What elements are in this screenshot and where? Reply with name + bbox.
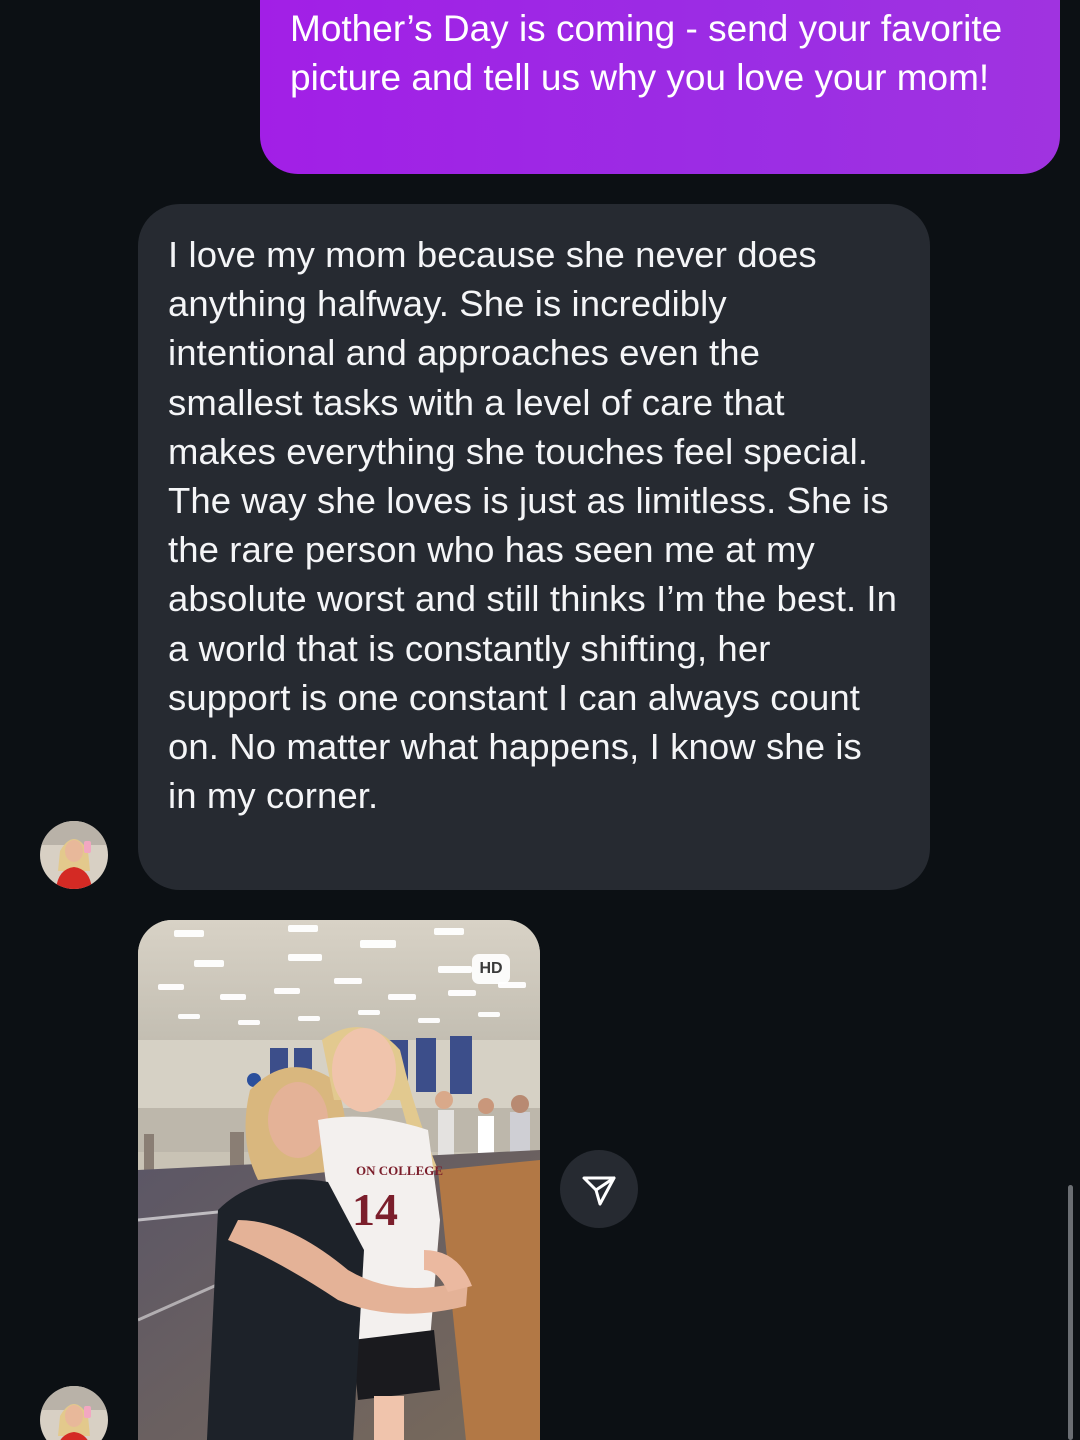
jersey-text: ON COLLEGE [356, 1163, 443, 1178]
share-photo-button[interactable] [560, 1150, 638, 1228]
scrollbar[interactable] [1068, 1185, 1073, 1440]
received-message-text: I love my mom because she never does any… [168, 234, 898, 817]
mother-daughter-photo: ON COLLEGE 14 [138, 920, 540, 1440]
sent-message-bubble[interactable]: Mother’s Day is coming - send your favor… [260, 0, 1060, 174]
paper-plane-icon [582, 1176, 616, 1206]
hd-badge: HD [472, 954, 510, 984]
avatar-image [40, 1386, 108, 1440]
sent-message-text: Mother’s Day is coming - send your favor… [290, 8, 1003, 98]
dm-thread-screen: Mother’s Day is coming - send your favor… [0, 0, 1080, 1440]
sender-avatar-2[interactable] [40, 1386, 108, 1440]
jersey-number: 14 [352, 1184, 398, 1235]
photo-message[interactable]: ON COLLEGE 14 [138, 920, 540, 1440]
sender-avatar[interactable] [40, 821, 108, 889]
received-message-bubble[interactable]: I love my mom because she never does any… [138, 204, 930, 890]
avatar-image [40, 821, 108, 889]
